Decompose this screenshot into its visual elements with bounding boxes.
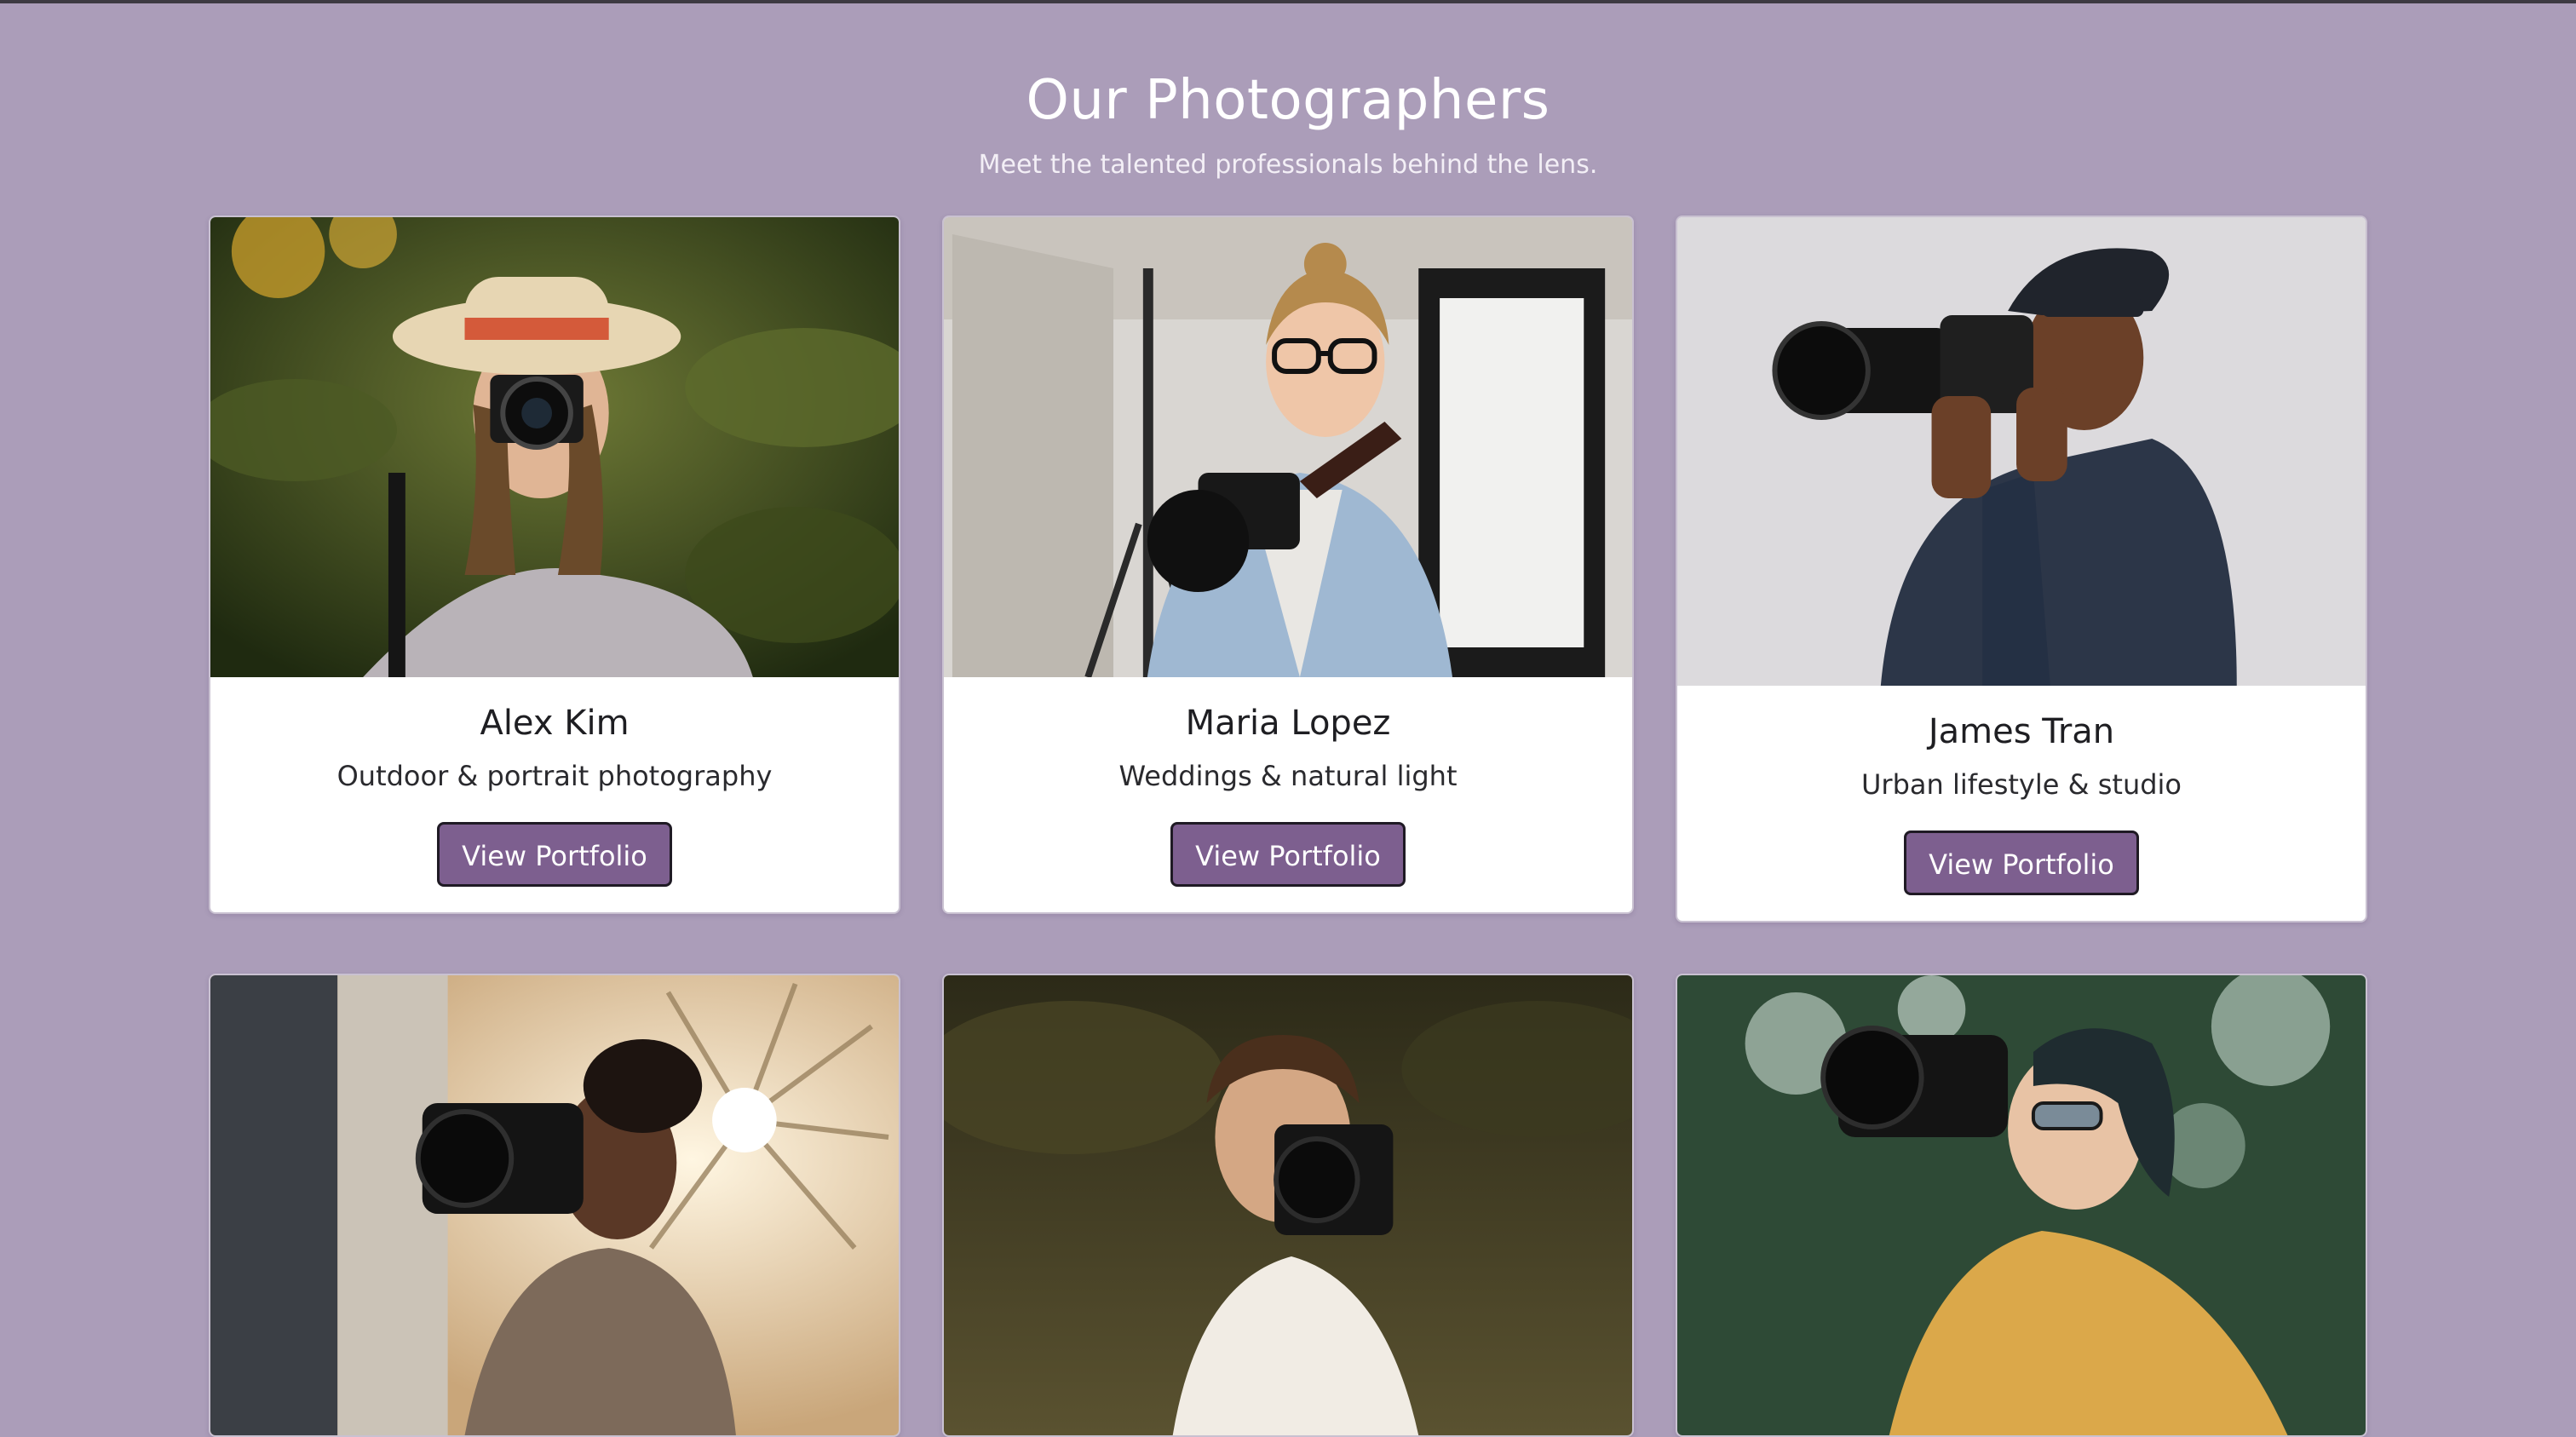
- photographer-photo: [944, 975, 1632, 1435]
- page-subtitle: Meet the talented professionals behind t…: [978, 150, 1598, 180]
- photographer-card: [209, 974, 900, 1437]
- photographer-specialty: Outdoor & portrait photography: [336, 760, 773, 792]
- view-portfolio-button[interactable]: View Portfolio: [437, 822, 672, 887]
- photographer-name: James Tran: [1928, 712, 2115, 751]
- photographer-photo: [1677, 217, 2366, 686]
- photographer-card: Alex Kim Outdoor & portrait photography …: [209, 216, 900, 914]
- photographer-card: [1676, 974, 2367, 1437]
- card-body: Maria Lopez Weddings & natural light Vie…: [944, 677, 1632, 912]
- photographer-card: Maria Lopez Weddings & natural light Vie…: [942, 216, 1634, 914]
- photographer-photo: [210, 217, 899, 677]
- photographer-photo: [1677, 975, 2366, 1435]
- card-body: Alex Kim Outdoor & portrait photography …: [210, 677, 899, 912]
- view-portfolio-button[interactable]: View Portfolio: [1170, 822, 1406, 887]
- photographer-grid: Alex Kim Outdoor & portrait photography …: [209, 216, 2368, 1437]
- photographer-name: Alex Kim: [480, 704, 630, 743]
- view-portfolio-button[interactable]: View Portfolio: [1904, 831, 2139, 895]
- page-title: Our Photographers: [1026, 69, 1550, 132]
- photographer-specialty: Weddings & natural light: [1118, 760, 1458, 792]
- photographer-card: [942, 974, 1634, 1437]
- photographer-photo: [944, 217, 1632, 677]
- photographer-specialty: Urban lifestyle & studio: [1861, 768, 2182, 801]
- photographer-photo: [210, 975, 899, 1435]
- top-border: [0, 0, 2576, 3]
- photographer-card: James Tran Urban lifestyle & studio View…: [1676, 216, 2367, 923]
- photographer-name: Maria Lopez: [1185, 704, 1391, 743]
- page-header: Our Photographers Meet the talented prof…: [0, 60, 2576, 184]
- card-body: James Tran Urban lifestyle & studio View…: [1677, 686, 2366, 921]
